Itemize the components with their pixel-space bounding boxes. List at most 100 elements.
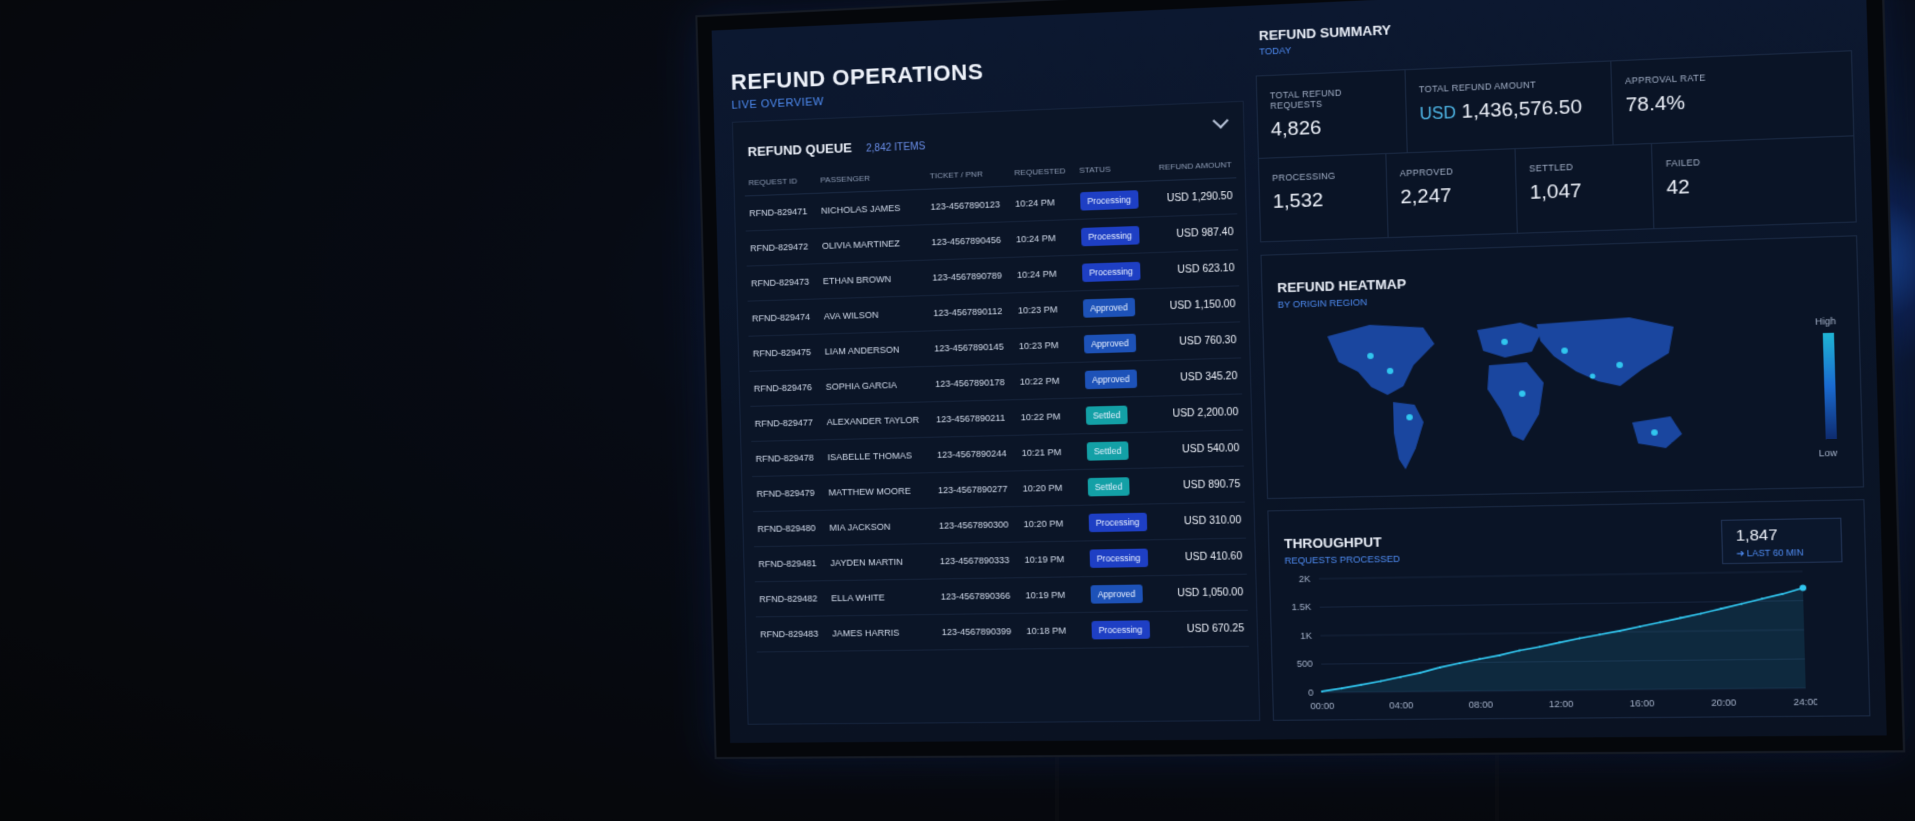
- ticket-pnr: 123-4567890178: [930, 364, 1017, 402]
- status-badge: Processing: [1089, 548, 1148, 568]
- queue-header: REFUND QUEUE 2,842 ITEMS: [747, 137, 925, 159]
- refund-amount: USD 1,150.00: [1150, 285, 1241, 325]
- requested-time: 10:19 PM: [1020, 576, 1087, 614]
- refund-heatmap-panel: REFUND HEATMAP BY ORIGIN REGION High Low: [1260, 235, 1865, 500]
- passenger-name: ETHAN BROWN: [818, 260, 929, 299]
- x-tick-label: 16:00: [1630, 698, 1655, 709]
- ticket-pnr: 123-4567890399: [937, 613, 1023, 650]
- settled-label: SETTLED: [1528, 161, 1574, 174]
- y-tick-label: 1.5K: [1291, 602, 1311, 613]
- passenger-name: JAYDEN MARTIN: [825, 543, 937, 581]
- queue-title: REFUND QUEUE: [747, 140, 853, 160]
- status-cell: Approved: [1078, 288, 1152, 327]
- settled-card: SETTLED 1,047: [1515, 143, 1655, 233]
- passenger-name: ALEXANDER TAYLOR: [822, 401, 933, 440]
- heatmap-legend-bar: [1822, 332, 1837, 440]
- refund-queue-panel: REFUND QUEUE 2,842 ITEMS REQUEST ID PASS…: [731, 100, 1261, 725]
- ticket-pnr: 123-4567890211: [931, 399, 1018, 438]
- status-badge: Processing: [1081, 261, 1141, 283]
- status-cell: Settled: [1082, 467, 1157, 506]
- status-badge: Settled: [1087, 477, 1130, 497]
- y-tick-label: 1K: [1300, 631, 1312, 642]
- ticket-pnr: 123-4567890300: [934, 506, 1021, 544]
- status-cell: Settled: [1081, 396, 1155, 434]
- refund-amount: USD 623.10: [1149, 249, 1240, 289]
- approval-rate-card: APPROVAL RATE 78.4%: [1611, 51, 1854, 146]
- requested-time: 10:22 PM: [1016, 398, 1082, 436]
- x-tick-label: 08:00: [1469, 699, 1494, 710]
- requested-time: 10:21 PM: [1017, 433, 1083, 471]
- y-tick-label: 2K: [1299, 574, 1311, 585]
- x-tick-label: 20:00: [1711, 697, 1736, 708]
- requested-time: 10:22 PM: [1015, 362, 1082, 400]
- refund-amount: USD 345.20: [1152, 357, 1243, 397]
- column-header[interactable]: STATUS: [1074, 159, 1148, 184]
- status-badge: Processing: [1088, 512, 1147, 533]
- dashboard-right-column: REFUND SUMMARY TODAY TOTAL REFUND REQUES…: [1254, 0, 1871, 721]
- currency-code: USD: [1419, 104, 1457, 124]
- column-header[interactable]: REQUESTED: [1010, 161, 1076, 187]
- status-cell: Processing: [1084, 539, 1159, 577]
- passenger-name: OLIVIA MARTINEZ: [817, 224, 928, 264]
- status-cell: Settled: [1081, 432, 1156, 470]
- refund-amount: USD 1,050.00: [1158, 574, 1248, 612]
- column-header[interactable]: REFUND AMOUNT: [1147, 155, 1237, 182]
- table-row[interactable]: RFND-829483 JAMES HARRIS 123-4567890399 10:…: [755, 610, 1249, 652]
- x-tick-label: 00:00: [1310, 701, 1334, 712]
- refund-amount: USD 540.00: [1154, 429, 1245, 468]
- approved-value: 2,247: [1400, 184, 1452, 209]
- y-tick-label: 500: [1297, 659, 1313, 670]
- column-header[interactable]: REQUEST ID: [744, 171, 817, 196]
- table-body: RFND-829471 NICHOLAS JAMES 123-4567890123 1…: [744, 177, 1249, 652]
- approved-label: APPROVED: [1399, 166, 1454, 179]
- gridline: [1319, 571, 1803, 578]
- status-badge: Processing: [1080, 225, 1140, 247]
- status-cell: Processing: [1077, 252, 1151, 291]
- status-cell: Processing: [1076, 216, 1150, 256]
- refund-amount: USD 760.30: [1151, 321, 1242, 361]
- y-tick-label: 0: [1308, 687, 1314, 697]
- request-id: RFND-829471: [744, 193, 818, 232]
- passenger-name: JAMES HARRIS: [827, 614, 939, 652]
- refund-amount: USD 670.25: [1159, 610, 1249, 648]
- status-badge: Processing: [1079, 190, 1139, 211]
- requested-time: 10:23 PM: [1013, 290, 1080, 329]
- requested-time: 10:24 PM: [1012, 255, 1079, 293]
- passenger-name: AVA WILSON: [819, 295, 930, 335]
- status-cell: Approved: [1079, 324, 1153, 363]
- queue-count: 2,842 ITEMS: [865, 141, 926, 155]
- passenger-name: NICHOLAS JAMES: [816, 189, 928, 229]
- status-cell: Processing: [1086, 611, 1161, 649]
- approved-card: APPROVED 2,247: [1386, 149, 1518, 238]
- refund-amount: USD 890.75: [1155, 466, 1245, 504]
- request-id: RFND-829481: [753, 545, 827, 582]
- refund-amount: USD 987.40: [1148, 213, 1239, 253]
- throughput-value-label: ➜ LAST 60 MIN: [1736, 546, 1804, 559]
- legend-low-label: Low: [1818, 447, 1838, 459]
- status-badge: Approved: [1090, 584, 1143, 604]
- ticket-pnr: 123-4567890366: [936, 577, 1022, 615]
- status-badge: Processing: [1091, 620, 1150, 640]
- column-header[interactable]: TICKET / PNR: [925, 164, 1011, 190]
- ticket-pnr: 123-4567890112: [928, 292, 1015, 331]
- requested-time: 10:24 PM: [1010, 183, 1077, 222]
- processing-card: PROCESSING 1,532: [1258, 154, 1389, 242]
- settled-value: 1,047: [1529, 180, 1582, 205]
- processing-label: PROCESSING: [1272, 170, 1336, 184]
- total-requests-card: TOTAL REFUND REQUESTS 4,826: [1256, 70, 1408, 159]
- total-requests-label: TOTAL REFUND REQUESTS: [1269, 87, 1342, 112]
- total-requests-value: 4,826: [1270, 117, 1322, 141]
- request-id: RFND-829482: [754, 580, 828, 617]
- total-amount-number: 1,436,576.50: [1461, 96, 1583, 124]
- status-badge: Approved: [1084, 369, 1138, 390]
- chevron-down-icon[interactable]: [1212, 112, 1229, 129]
- status-badge: Approved: [1083, 333, 1137, 354]
- ticket-pnr: 123-4567890277: [933, 470, 1020, 509]
- throughput-panel: THROUGHPUT REQUESTS PROCESSED 1,847 ➜ LA…: [1267, 499, 1871, 721]
- world-heatmap: [1327, 316, 1683, 470]
- requested-time: 10:20 PM: [1018, 469, 1084, 507]
- status-cell: Processing: [1075, 181, 1149, 220]
- request-id: RFND-829476: [749, 369, 823, 407]
- failed-value: 42: [1666, 176, 1691, 200]
- throughput-chart: 0 500 1K 1.5K 2K 00:00 04:00 08:00 12:00 16:00 20:…: [1291, 561, 1818, 712]
